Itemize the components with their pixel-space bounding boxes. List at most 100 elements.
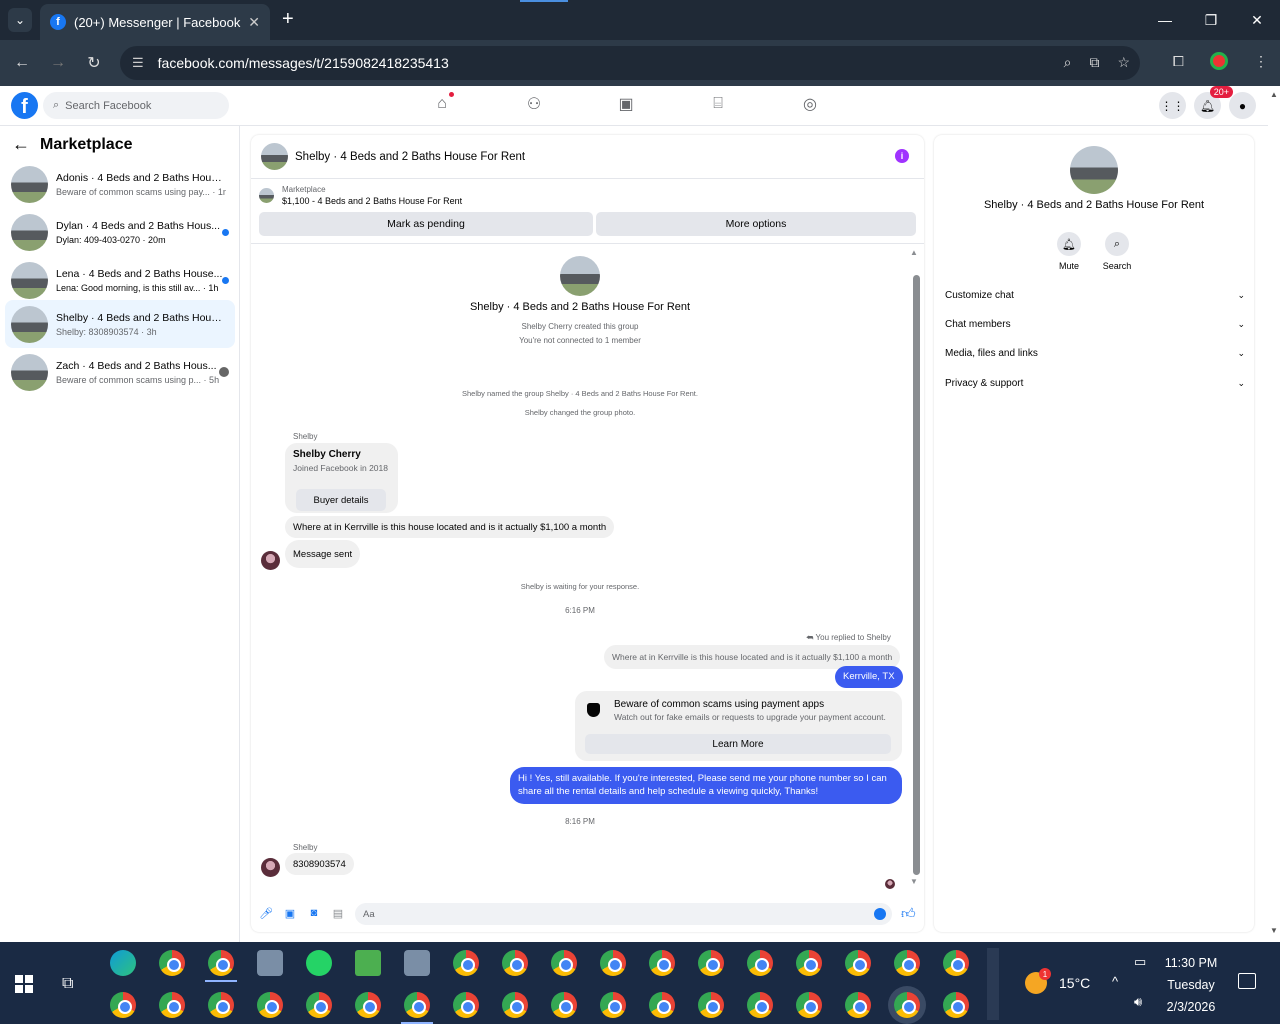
chrome-icon[interactable]	[453, 992, 479, 1018]
tab-search-icon[interactable]: ⌄	[8, 8, 32, 32]
chrome-icon[interactable]	[845, 950, 871, 976]
system-clock[interactable]: 11:30 PM Tuesday 2/3/2026	[1160, 952, 1222, 1018]
chrome-icon[interactable]	[404, 992, 430, 1018]
back-arrow-icon[interactable]: ←	[10, 51, 34, 75]
friends-icon[interactable]: ⚇	[524, 94, 544, 114]
conversation-item[interactable]: Dylan · 4 Beds and 2 Baths Hous... Dylan…	[5, 209, 235, 255]
chrome-icon[interactable]	[796, 992, 822, 1018]
url-text[interactable]: facebook.com/messages/t/2159082418235413	[158, 55, 449, 71]
chrome-icon-active[interactable]	[894, 992, 920, 1018]
chrome-icon[interactable]	[649, 992, 675, 1018]
chrome-icon[interactable]	[698, 950, 724, 976]
task-view-icon[interactable]: ⧉	[62, 975, 73, 993]
chrome-icon[interactable]	[747, 992, 773, 1018]
marketplace-listing-row[interactable]: Marketplace $1,100 - 4 Beds and 2 Baths …	[259, 185, 462, 206]
app-window-icon[interactable]	[404, 950, 430, 976]
address-bar[interactable]: ☰ facebook.com/messages/t/21590824182354…	[120, 46, 1140, 80]
chrome-icon[interactable]	[943, 992, 969, 1018]
customize-chat-row[interactable]: Customize chat ⌄	[945, 290, 1245, 301]
search-button[interactable]: ⌕ Search	[1097, 232, 1137, 271]
chrome-icon[interactable]	[355, 992, 381, 1018]
chrome-icon[interactable]	[257, 992, 283, 1018]
media-files-links-row[interactable]: Media, files and links ⌄	[945, 348, 1245, 359]
chrome-icon[interactable]	[159, 992, 185, 1018]
chrome-icon[interactable]	[551, 992, 577, 1018]
taskbar-overflow-scroll[interactable]	[987, 948, 999, 1020]
menu-kebab-icon[interactable]: ⋮	[1254, 53, 1268, 70]
chrome-icon[interactable]	[600, 992, 626, 1018]
chat-scrollbar[interactable]	[913, 275, 920, 875]
notification-center-icon[interactable]	[1238, 973, 1256, 989]
microphone-icon[interactable]: 🎤︎	[259, 907, 273, 920]
conversation-item[interactable]: Lena · 4 Beds and 2 Baths House... Lena:…	[5, 257, 235, 303]
chrome-icon[interactable]	[600, 950, 626, 976]
groups-icon[interactable]: ◎	[800, 94, 820, 114]
maximize-button[interactable]: ❐	[1188, 0, 1234, 40]
emoji-icon[interactable]	[874, 908, 886, 920]
notepad-icon[interactable]	[355, 950, 381, 976]
facebook-search-input[interactable]: ⌕ Search Facebook	[43, 92, 229, 119]
reload-icon[interactable]: ↻	[82, 51, 106, 75]
minimize-button[interactable]: —	[1142, 0, 1188, 40]
home-icon[interactable]: ⌂	[432, 92, 454, 114]
scroll-up-arrow-icon[interactable]: ▲	[1270, 90, 1278, 99]
chrome-icon[interactable]	[502, 992, 528, 1018]
chat-members-row[interactable]: Chat members ⌄	[945, 319, 1245, 330]
chrome-icon[interactable]	[208, 992, 234, 1018]
chrome-icon[interactable]	[894, 950, 920, 976]
network-icon[interactable]: ▭	[1134, 954, 1146, 970]
chrome-icon[interactable]	[208, 950, 234, 976]
account-avatar[interactable]: ●	[1229, 92, 1256, 119]
sender-avatar[interactable]	[261, 858, 280, 877]
chrome-icon[interactable]	[747, 950, 773, 976]
back-arrow-icon[interactable]: ←	[12, 134, 30, 155]
tab-close-icon[interactable]: ✕	[248, 14, 260, 31]
chrome-icon[interactable]	[306, 992, 332, 1018]
chrome-icon[interactable]	[845, 992, 871, 1018]
network-app-icon[interactable]	[257, 950, 283, 976]
buyer-details-button[interactable]: Buyer details	[296, 489, 386, 511]
show-hidden-icons-chevron-icon[interactable]: ^	[1112, 974, 1118, 989]
install-app-icon[interactable]: ⧉	[1089, 54, 1099, 71]
chrome-icon[interactable]	[796, 950, 822, 976]
extensions-icon[interactable]: ⧠	[1173, 53, 1184, 70]
edge-icon[interactable]	[110, 950, 136, 976]
video-icon[interactable]: ▣	[616, 94, 636, 114]
photo-icon[interactable]: ▣	[284, 907, 296, 920]
weather-widget[interactable]: 1 15°C	[1025, 968, 1090, 994]
mute-button[interactable]: 🔔︎ Mute	[1049, 232, 1089, 271]
bookmark-star-icon[interactable]: ☆	[1117, 54, 1130, 71]
facebook-logo-icon[interactable]: f	[11, 92, 38, 119]
site-info-icon[interactable]: ☰	[132, 55, 144, 71]
chrome-icon[interactable]	[649, 950, 675, 976]
scroll-down-arrow-icon[interactable]: ▼	[910, 877, 918, 886]
page-scrollbar[interactable]: ▲ ▼	[1268, 86, 1280, 942]
message-input[interactable]: Aa	[355, 903, 892, 925]
more-options-button[interactable]: More options	[596, 212, 916, 236]
marketplace-icon[interactable]: ⌸	[708, 94, 728, 114]
volume-icon[interactable]: 🔊︎	[1134, 994, 1142, 1010]
scroll-up-arrow-icon[interactable]: ▲	[910, 248, 918, 257]
forward-arrow-icon[interactable]: →	[46, 51, 70, 75]
thumbs-up-icon[interactable]: 👍︎	[901, 905, 916, 922]
conversation-item[interactable]: Adonis · 4 Beds and 2 Baths House... Bew…	[5, 161, 235, 207]
profile-avatar[interactable]	[1210, 52, 1228, 70]
chat-thumbnail[interactable]	[261, 143, 288, 170]
conversation-item[interactable]: Zach · 4 Beds and 2 Baths Hous... Beware…	[5, 349, 235, 395]
scroll-down-arrow-icon[interactable]: ▼	[1270, 926, 1278, 935]
windows-start-icon[interactable]	[15, 975, 33, 993]
chrome-icon[interactable]	[698, 992, 724, 1018]
sender-avatar[interactable]	[261, 551, 280, 570]
chrome-icon[interactable]	[502, 950, 528, 976]
gif-icon[interactable]: ▤	[332, 907, 344, 920]
menu-grid-icon[interactable]: ⋮⋮	[1159, 92, 1186, 119]
sticker-icon[interactable]: ◙	[308, 907, 320, 919]
info-icon[interactable]: i	[895, 149, 909, 163]
chrome-icon[interactable]	[110, 992, 136, 1018]
chat-title[interactable]: Shelby · 4 Beds and 2 Baths House For Re…	[295, 151, 525, 163]
mark-as-pending-button[interactable]: Mark as pending	[259, 212, 593, 236]
zoom-icon[interactable]: ⌕	[1064, 54, 1072, 71]
conversation-item-active[interactable]: Shelby · 4 Beds and 2 Baths House... She…	[5, 300, 235, 348]
notifications-bell-icon[interactable]: 🔔︎ 20+	[1194, 86, 1233, 119]
close-window-button[interactable]: ✕	[1234, 0, 1280, 40]
